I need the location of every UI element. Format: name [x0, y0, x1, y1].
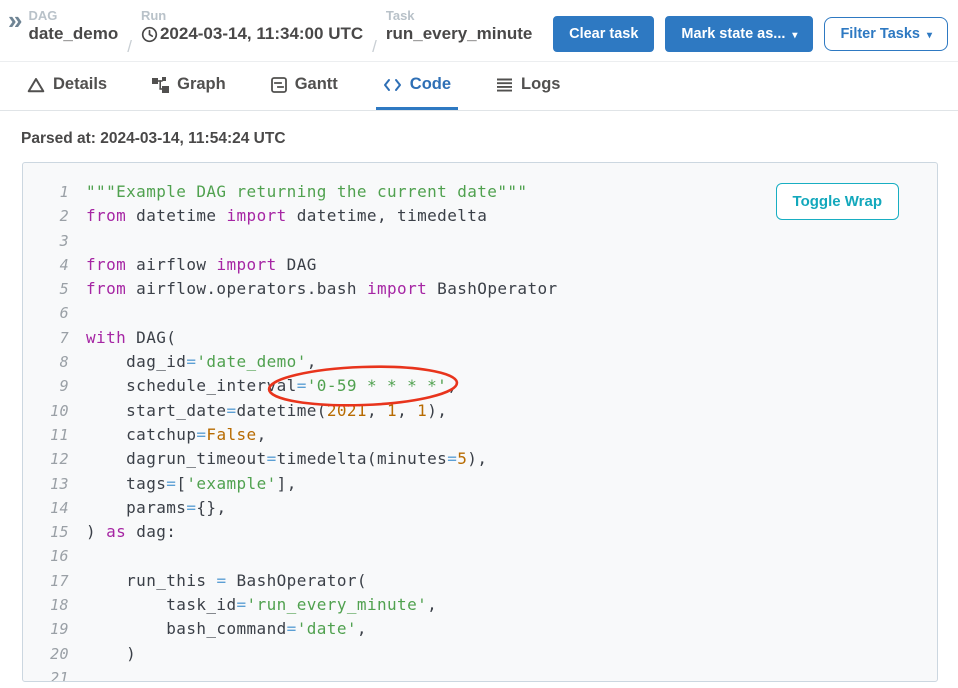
clock-icon [141, 26, 158, 43]
tab-code[interactable]: Code [376, 62, 458, 110]
line-number: 7 [23, 326, 69, 350]
tab-logs-label: Logs [521, 75, 560, 94]
code-line: 14 params={}, [23, 496, 937, 520]
tab-details[interactable]: Details [20, 62, 114, 110]
dag-code-viewer: 1"""Example DAG returning the current da… [22, 162, 938, 682]
line-number: 19 [23, 617, 69, 641]
line-number: 16 [23, 544, 69, 568]
filter-tasks-dropdown-button[interactable]: Filter Tasks ▾ [824, 17, 948, 51]
warning-triangle-icon [27, 77, 45, 93]
code-line: 16 [23, 544, 937, 568]
tab-graph[interactable]: Graph [145, 62, 233, 110]
dag-name[interactable]: date_demo [28, 24, 118, 44]
code-line: 5from airflow.operators.bash import Bash… [23, 277, 937, 301]
code-line: 7with DAG( [23, 326, 937, 350]
run-timestamp: 2024-03-14, 11:34:00 UTC [160, 24, 363, 44]
toggle-wrap-button[interactable]: Toggle Wrap [776, 183, 899, 220]
task-name[interactable]: run_every_minute [386, 24, 532, 44]
code-line: 21 [23, 666, 937, 682]
line-number: 3 [23, 229, 69, 253]
line-number: 18 [23, 593, 69, 617]
tab-gantt-label: Gantt [295, 75, 338, 94]
line-number: 12 [23, 447, 69, 471]
line-number: 21 [23, 666, 69, 682]
code-line: 18 task_id='run_every_minute', [23, 593, 937, 617]
code-line: 12 dagrun_timeout=timedelta(minutes=5), [23, 447, 937, 471]
tab-graph-label: Graph [177, 75, 226, 94]
code-line: 17 run_this = BashOperator( [23, 569, 937, 593]
code-line: 11 catchup=False, [23, 423, 937, 447]
task-instance-header: » DAG date_demo / Run 2024-03-14, 11:34:… [0, 0, 958, 62]
code-lines: 1"""Example DAG returning the current da… [23, 163, 937, 682]
line-number: 1 [23, 180, 69, 204]
caret-down-icon: ▾ [927, 30, 932, 41]
tab-code-label: Code [410, 75, 451, 94]
line-number: 20 [23, 642, 69, 666]
clear-task-button[interactable]: Clear task [553, 16, 654, 52]
logs-list-icon [496, 78, 513, 92]
tab-details-label: Details [53, 75, 107, 94]
code-line: 15) as dag: [23, 520, 937, 544]
run-label: Run [141, 8, 363, 23]
code-line: 19 bash_command='date', [23, 617, 937, 641]
run-value[interactable]: 2024-03-14, 11:34:00 UTC [141, 24, 363, 44]
code-line: 6 [23, 301, 937, 325]
breadcrumb-run: Run 2024-03-14, 11:34:00 UTC [141, 8, 363, 44]
line-number: 17 [23, 569, 69, 593]
filter-tasks-label: Filter Tasks [840, 26, 920, 42]
tab-bar: Details Graph Gantt Code [0, 62, 958, 111]
collapse-breadcrumb-icon[interactable]: » [8, 10, 22, 30]
line-number: 9 [23, 374, 69, 398]
line-number: 8 [23, 350, 69, 374]
header-actions: Clear task Mark state as... ▾ Filter Task… [553, 8, 948, 52]
line-number: 6 [23, 301, 69, 325]
gantt-icon [271, 77, 287, 93]
code-line: 8 dag_id='date_demo', [23, 350, 937, 374]
code-line: 20 ) [23, 642, 937, 666]
line-number: 14 [23, 496, 69, 520]
code-brackets-icon [383, 78, 402, 92]
graph-icon [152, 77, 169, 93]
line-number: 5 [23, 277, 69, 301]
code-line: 3 [23, 229, 937, 253]
dag-label: DAG [28, 8, 118, 23]
tab-logs[interactable]: Logs [489, 62, 567, 110]
line-number: 10 [23, 399, 69, 423]
code-line: 13 tags=['example'], [23, 472, 937, 496]
code-line: 4from airflow import DAG [23, 253, 937, 277]
breadcrumb-separator: / [372, 37, 377, 61]
breadcrumb-task: Task run_every_minute [386, 8, 532, 44]
mark-state-dropdown-button[interactable]: Mark state as... ▾ [665, 16, 813, 52]
code-line: 9 schedule_interval='0-59 * * * *', [23, 374, 937, 398]
tab-gantt[interactable]: Gantt [264, 62, 345, 110]
line-number: 15 [23, 520, 69, 544]
breadcrumb-separator: / [127, 37, 132, 61]
line-number: 4 [23, 253, 69, 277]
parsed-at-text: Parsed at: 2024-03-14, 11:54:24 UTC [0, 111, 958, 161]
code-line: 10 start_date=datetime(2021, 1, 1), [23, 399, 937, 423]
mark-state-label: Mark state as... [681, 26, 785, 42]
line-number: 2 [23, 204, 69, 228]
task-label: Task [386, 8, 532, 23]
caret-down-icon: ▾ [792, 30, 797, 41]
line-number: 11 [23, 423, 69, 447]
line-number: 13 [23, 472, 69, 496]
breadcrumb-dag: DAG date_demo [28, 8, 118, 44]
